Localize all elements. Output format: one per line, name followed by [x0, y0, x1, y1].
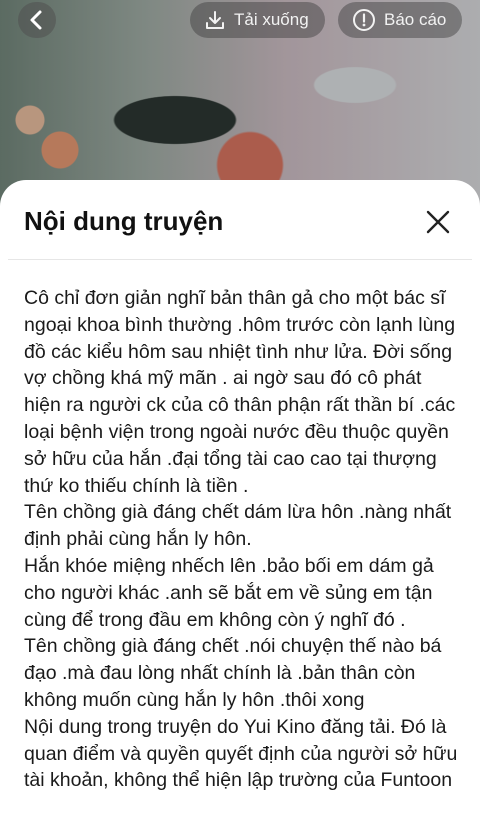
report-label: Báo cáo	[384, 10, 447, 29]
story-description: Cô chỉ đơn giản nghĩ bản thân gả cho một…	[24, 287, 458, 792]
download-icon	[204, 9, 226, 31]
download-label: Tải xuống	[234, 10, 309, 29]
chevron-left-icon	[28, 9, 46, 31]
divider	[8, 259, 472, 260]
close-icon	[426, 210, 450, 234]
sheet-title: Nội dung truyện	[24, 206, 224, 236]
download-button[interactable]: Tải xuống	[190, 2, 325, 38]
close-button[interactable]	[426, 210, 450, 234]
report-button[interactable]: Báo cáo	[338, 2, 462, 38]
back-button[interactable]	[18, 2, 56, 38]
alert-circle-icon	[352, 8, 376, 32]
description-sheet: Nội dung truyện Cô chỉ đơn giản nghĩ bản…	[0, 180, 480, 820]
top-bar: Tải xuống Báo cáo	[0, 0, 480, 40]
